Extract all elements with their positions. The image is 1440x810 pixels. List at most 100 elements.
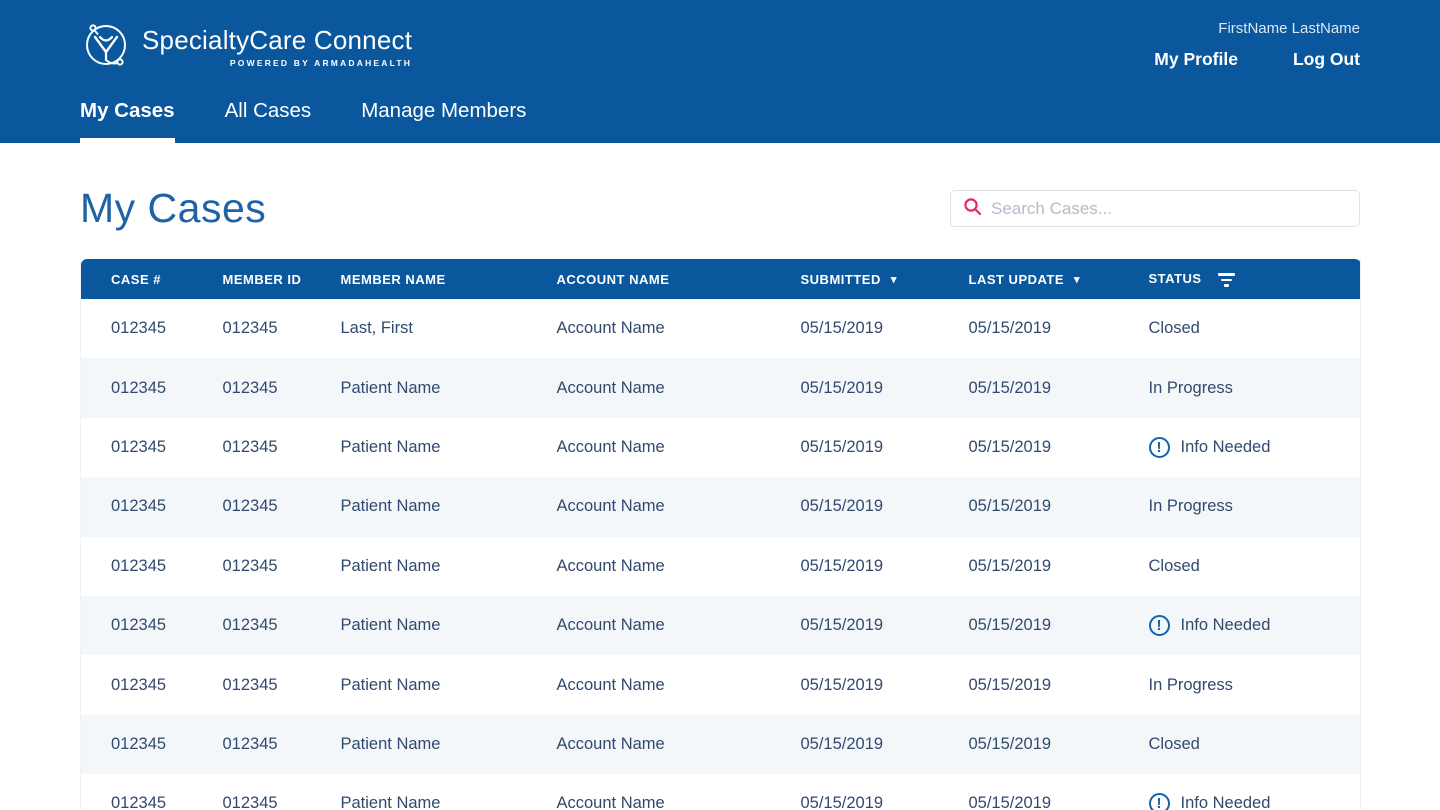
status-cell: Closed xyxy=(1149,537,1361,596)
case-number-cell: 012345 xyxy=(81,596,223,655)
account-name-cell: Account Name xyxy=(557,358,801,417)
caret-down-icon[interactable]: ▾ xyxy=(891,273,897,286)
last-update-cell: 05/15/2019 xyxy=(969,596,1149,655)
case-number-cell: 012345 xyxy=(81,477,223,536)
column-header-member-name: MEMBER NAME xyxy=(341,259,557,299)
column-label: CASE # xyxy=(111,272,161,287)
member-id-cell: 012345 xyxy=(223,418,341,477)
table-row[interactable]: 012345012345Patient NameAccount Name05/1… xyxy=(81,596,1361,655)
case-number-cell: 012345 xyxy=(81,715,223,774)
table-row[interactable]: 012345012345Patient NameAccount Name05/1… xyxy=(81,537,1361,596)
nav-tab-manage-members[interactable]: Manage Members xyxy=(361,99,526,143)
status-label: Info Needed xyxy=(1181,616,1271,635)
last-update-cell: 05/15/2019 xyxy=(969,477,1149,536)
exclamation-circle-icon: ! xyxy=(1149,437,1170,458)
member-name-cell: Patient Name xyxy=(341,537,557,596)
member-id-cell: 012345 xyxy=(223,715,341,774)
user-name: FirstName LastName xyxy=(1154,20,1360,37)
account-name-cell: Account Name xyxy=(557,596,801,655)
cases-table: CASE # MEMBER ID MEMBER NAME ACCOUNT NAMESU… xyxy=(80,259,1361,810)
exclamation-circle-icon: ! xyxy=(1149,793,1170,810)
account-name-cell: Account Name xyxy=(557,537,801,596)
status-cell: In Progress xyxy=(1149,477,1361,536)
status-label: Info Needed xyxy=(1181,438,1271,457)
member-name-cell: Patient Name xyxy=(341,477,557,536)
search-box xyxy=(950,190,1360,227)
table-row[interactable]: 012345012345Patient NameAccount Name05/1… xyxy=(81,715,1361,774)
member-name-cell: Patient Name xyxy=(341,655,557,714)
search-icon xyxy=(963,197,982,221)
table-row[interactable]: 012345012345Patient NameAccount Name05/1… xyxy=(81,774,1361,810)
column-header-case-: CASE # xyxy=(81,259,223,299)
column-header-account-name: ACCOUNT NAME xyxy=(557,259,801,299)
column-header-member-id: MEMBER ID xyxy=(223,259,341,299)
member-id-cell: 012345 xyxy=(223,299,341,358)
column-label: MEMBER ID xyxy=(223,272,302,287)
column-label: LAST UPDATE xyxy=(969,272,1065,287)
cases-table-header: CASE # MEMBER ID MEMBER NAME ACCOUNT NAMESU… xyxy=(81,259,1361,299)
member-name-cell: Patient Name xyxy=(341,358,557,417)
account-name-cell: Account Name xyxy=(557,418,801,477)
search-input[interactable] xyxy=(991,199,1347,219)
account-name-cell: Account Name xyxy=(557,477,801,536)
member-id-cell: 012345 xyxy=(223,477,341,536)
member-id-cell: 012345 xyxy=(223,774,341,810)
submitted-cell: 05/15/2019 xyxy=(801,477,969,536)
member-name-cell: Patient Name xyxy=(341,418,557,477)
column-label: SUBMITTED xyxy=(801,272,881,287)
last-update-cell: 05/15/2019 xyxy=(969,418,1149,477)
table-row[interactable]: 012345012345Patient NameAccount Name05/1… xyxy=(81,477,1361,536)
nav-tab-all-cases[interactable]: All Cases xyxy=(225,99,312,143)
status-label: Closed xyxy=(1149,735,1200,754)
cases-table-body: 012345012345Last, FirstAccount Name05/15… xyxy=(81,299,1361,810)
my-profile-link[interactable]: My Profile xyxy=(1154,49,1238,70)
submitted-cell: 05/15/2019 xyxy=(801,358,969,417)
submitted-cell: 05/15/2019 xyxy=(801,596,969,655)
nav-tab-my-cases[interactable]: My Cases xyxy=(80,99,175,143)
status-label: Closed xyxy=(1149,557,1200,576)
status-cell: ! Info Needed xyxy=(1149,596,1361,655)
last-update-cell: 05/15/2019 xyxy=(969,655,1149,714)
submitted-cell: 05/15/2019 xyxy=(801,537,969,596)
case-number-cell: 012345 xyxy=(81,299,223,358)
last-update-cell: 05/15/2019 xyxy=(969,774,1149,810)
case-number-cell: 012345 xyxy=(81,537,223,596)
log-out-link[interactable]: Log Out xyxy=(1293,49,1360,70)
table-row[interactable]: 012345012345Patient NameAccount Name05/1… xyxy=(81,358,1361,417)
account-name-cell: Account Name xyxy=(557,299,801,358)
last-update-cell: 05/15/2019 xyxy=(969,358,1149,417)
table-row[interactable]: 012345012345Patient NameAccount Name05/1… xyxy=(81,418,1361,477)
status-label: Closed xyxy=(1149,319,1200,338)
column-header-last-update[interactable]: LAST UPDATE ▾ xyxy=(969,259,1149,299)
case-number-cell: 012345 xyxy=(81,418,223,477)
status-label: In Progress xyxy=(1149,676,1233,695)
member-name-cell: Last, First xyxy=(341,299,557,358)
column-label: MEMBER NAME xyxy=(341,272,446,287)
submitted-cell: 05/15/2019 xyxy=(801,774,969,810)
status-cell: ! Info Needed xyxy=(1149,418,1361,477)
filter-lines-icon[interactable] xyxy=(1218,273,1235,287)
member-name-cell: Patient Name xyxy=(341,596,557,655)
submitted-cell: 05/15/2019 xyxy=(801,655,969,714)
member-id-cell: 012345 xyxy=(223,537,341,596)
account-name-cell: Account Name xyxy=(557,774,801,810)
exclamation-circle-icon: ! xyxy=(1149,615,1170,636)
column-header-status[interactable]: STATUS xyxy=(1149,259,1361,299)
table-row[interactable]: 012345012345Last, FirstAccount Name05/15… xyxy=(81,299,1361,358)
submitted-cell: 05/15/2019 xyxy=(801,715,969,774)
caret-down-icon[interactable]: ▾ xyxy=(1074,273,1080,286)
main-content: My Cases CASE #MEMBER IDMEMBER NAMEACCOU… xyxy=(0,185,1440,810)
app-header: SpecialtyCare Connect POWERED BY ARMADAH… xyxy=(0,0,1440,143)
last-update-cell: 05/15/2019 xyxy=(969,299,1149,358)
status-label: In Progress xyxy=(1149,379,1233,398)
member-id-cell: 012345 xyxy=(223,596,341,655)
column-header-submitted[interactable]: SUBMITTED ▾ xyxy=(801,259,969,299)
brand-name: SpecialtyCare Connect xyxy=(142,25,412,56)
submitted-cell: 05/15/2019 xyxy=(801,299,969,358)
member-id-cell: 012345 xyxy=(223,358,341,417)
account-name-cell: Account Name xyxy=(557,655,801,714)
case-number-cell: 012345 xyxy=(81,655,223,714)
status-cell: !Info Needed xyxy=(1149,774,1361,810)
main-nav: My Cases All Cases Manage Members xyxy=(0,99,1440,143)
table-row[interactable]: 012345012345Patient NameAccount Name05/1… xyxy=(81,655,1361,714)
